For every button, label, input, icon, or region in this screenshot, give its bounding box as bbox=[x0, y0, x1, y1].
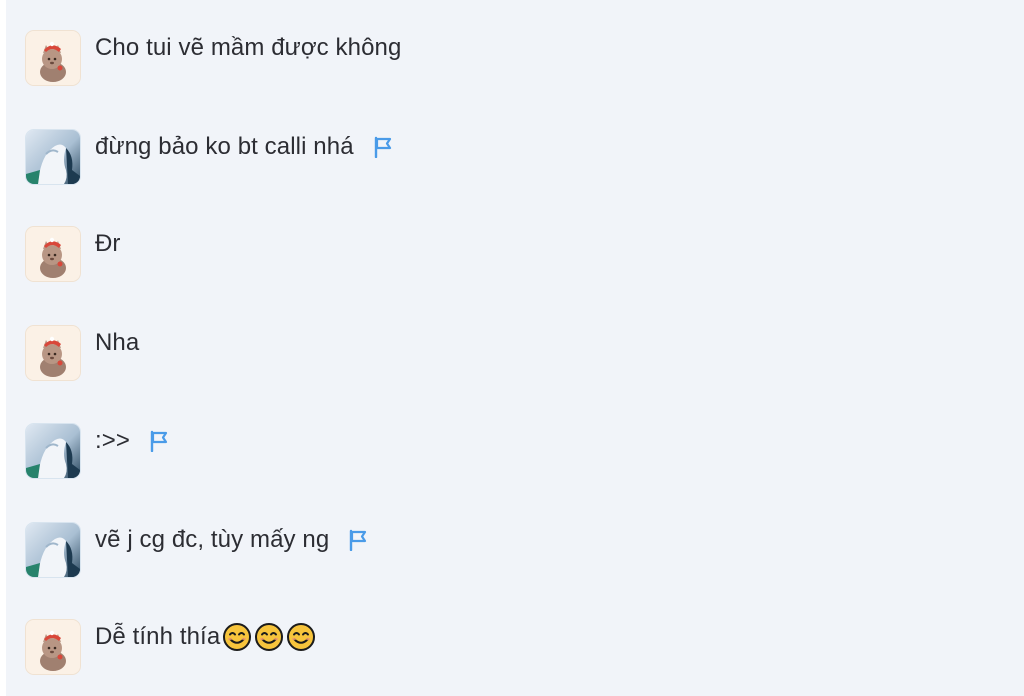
user-avatar[interactable] bbox=[25, 619, 81, 675]
user-avatar[interactable] bbox=[25, 423, 81, 479]
message-text: vẽ j cg đc, tùy mấy ng bbox=[95, 526, 330, 553]
smiling-face-icon bbox=[286, 622, 316, 652]
chat-message: Dễ tính thía bbox=[25, 619, 316, 677]
smiling-face-icon bbox=[222, 622, 252, 652]
chat-message: đừng bảo ko bt calli nhá bbox=[25, 129, 395, 187]
user-avatar[interactable] bbox=[25, 325, 81, 381]
user-avatar[interactable] bbox=[25, 226, 81, 282]
flag-icon[interactable] bbox=[147, 428, 171, 454]
user-avatar[interactable] bbox=[25, 522, 81, 578]
message-text: Cho tui vẽ mầm được không bbox=[95, 34, 402, 61]
message-text: :>> bbox=[95, 427, 130, 454]
flag-icon[interactable] bbox=[346, 527, 370, 553]
user-avatar[interactable] bbox=[25, 129, 81, 185]
chat-message: Cho tui vẽ mầm được không bbox=[25, 30, 401, 88]
chat-message: Nha bbox=[25, 325, 139, 383]
message-text: Dễ tính thía bbox=[95, 623, 221, 650]
chat-message: :>> bbox=[25, 423, 171, 481]
chat-message: Đr bbox=[25, 226, 121, 284]
chat-feed: Cho tui vẽ mầm được không đừng bảo ko bt… bbox=[6, 0, 1024, 696]
smiling-face-icon bbox=[254, 622, 284, 652]
flag-icon[interactable] bbox=[371, 134, 395, 160]
message-text: Đr bbox=[95, 230, 121, 257]
chat-message: vẽ j cg đc, tùy mấy ng bbox=[25, 522, 370, 580]
message-text: Nha bbox=[95, 329, 140, 356]
user-avatar[interactable] bbox=[25, 30, 81, 86]
message-text: đừng bảo ko bt calli nhá bbox=[95, 133, 354, 160]
